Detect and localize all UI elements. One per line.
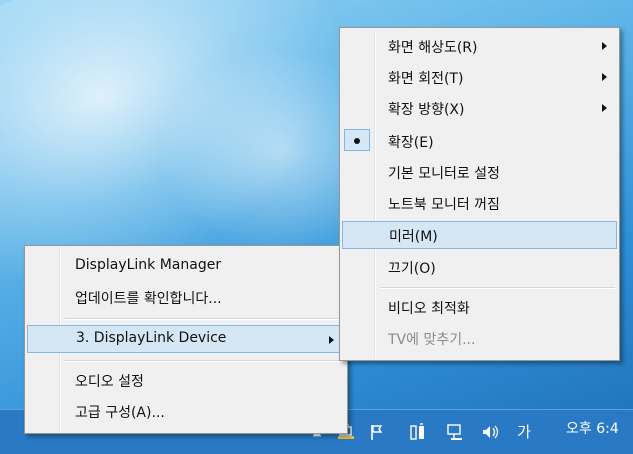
menu-item-set-primary[interactable]: 기본 모니터로 설정 (342, 158, 617, 186)
menu-item-check-updates[interactable]: 업데이트를 확인합니다... (27, 283, 345, 311)
power-icon[interactable] (408, 422, 428, 442)
menu-separator (380, 287, 615, 289)
menu-item-label: 끄기(O) (388, 261, 436, 277)
menu-item-extend-direction[interactable]: 확장 방향(X) (342, 94, 617, 122)
action-center-flag-icon[interactable] (368, 422, 388, 442)
menu-separator (65, 360, 343, 362)
display-device-submenu: 화면 해상도(R) 화면 회전(T) 확장 방향(X) 확장(E) 기본 모니터… (339, 27, 620, 361)
menu-item-displaylink-manager[interactable]: DisplayLink Manager (27, 252, 345, 280)
menu-item-label: 3. DisplayLink Device (76, 330, 227, 346)
menu-item-label: 노트북 모니터 꺼짐 (388, 197, 500, 213)
menu-item-screen-rotation[interactable]: 화면 회전(T) (342, 63, 617, 91)
menu-item-video-optimize[interactable]: 비디오 최적화 (342, 293, 617, 321)
volume-icon[interactable] (480, 422, 500, 442)
menu-item-label: 확장 방향(X) (388, 102, 465, 118)
menu-item-label: 오디오 설정 (75, 374, 144, 390)
menu-item-mirror[interactable]: 미러(M) (342, 221, 617, 249)
menu-item-off[interactable]: 끄기(O) (342, 253, 617, 281)
menu-item-label: 화면 해상도(R) (388, 40, 478, 56)
chevron-right-icon (602, 104, 607, 112)
menu-item-label: TV에 맞추기... (388, 332, 476, 348)
menu-item-screen-resolution[interactable]: 화면 해상도(R) (342, 32, 617, 60)
menu-item-fit-to-tv: TV에 맞추기... (342, 324, 617, 352)
menu-item-notebook-monitor-off[interactable]: 노트북 모니터 꺼짐 (342, 189, 617, 217)
menu-item-label: 업데이트를 확인합니다... (75, 291, 222, 307)
ime-indicator[interactable]: 가 (514, 422, 534, 442)
menu-item-extend[interactable]: 확장(E) (342, 127, 617, 155)
menu-item-label: 화면 회전(T) (388, 71, 464, 87)
radio-bullet-icon (354, 138, 360, 144)
chevron-right-icon (602, 42, 607, 50)
chevron-right-icon (329, 336, 334, 344)
displaylink-context-menu: DisplayLink Manager 업데이트를 확인합니다... 3. Di… (24, 245, 348, 434)
menu-item-label: 고급 구성(A)... (75, 405, 165, 421)
menu-item-label: 확장(E) (388, 135, 434, 151)
taskbar-clock[interactable]: 오후 6:4 (566, 418, 619, 438)
menu-separator (65, 318, 343, 320)
network-icon[interactable] (445, 422, 465, 442)
menu-item-label: 비디오 최적화 (388, 301, 470, 317)
menu-item-advanced-config[interactable]: 고급 구성(A)... (27, 397, 345, 425)
menu-item-label: DisplayLink Manager (75, 257, 222, 273)
chevron-right-icon (602, 73, 607, 81)
menu-item-label: 기본 모니터로 설정 (388, 166, 500, 182)
menu-item-audio-settings[interactable]: 오디오 설정 (27, 366, 345, 394)
menu-item-label: 미러(M) (389, 229, 438, 245)
menu-item-displaylink-device[interactable]: 3. DisplayLink Device (27, 325, 345, 353)
